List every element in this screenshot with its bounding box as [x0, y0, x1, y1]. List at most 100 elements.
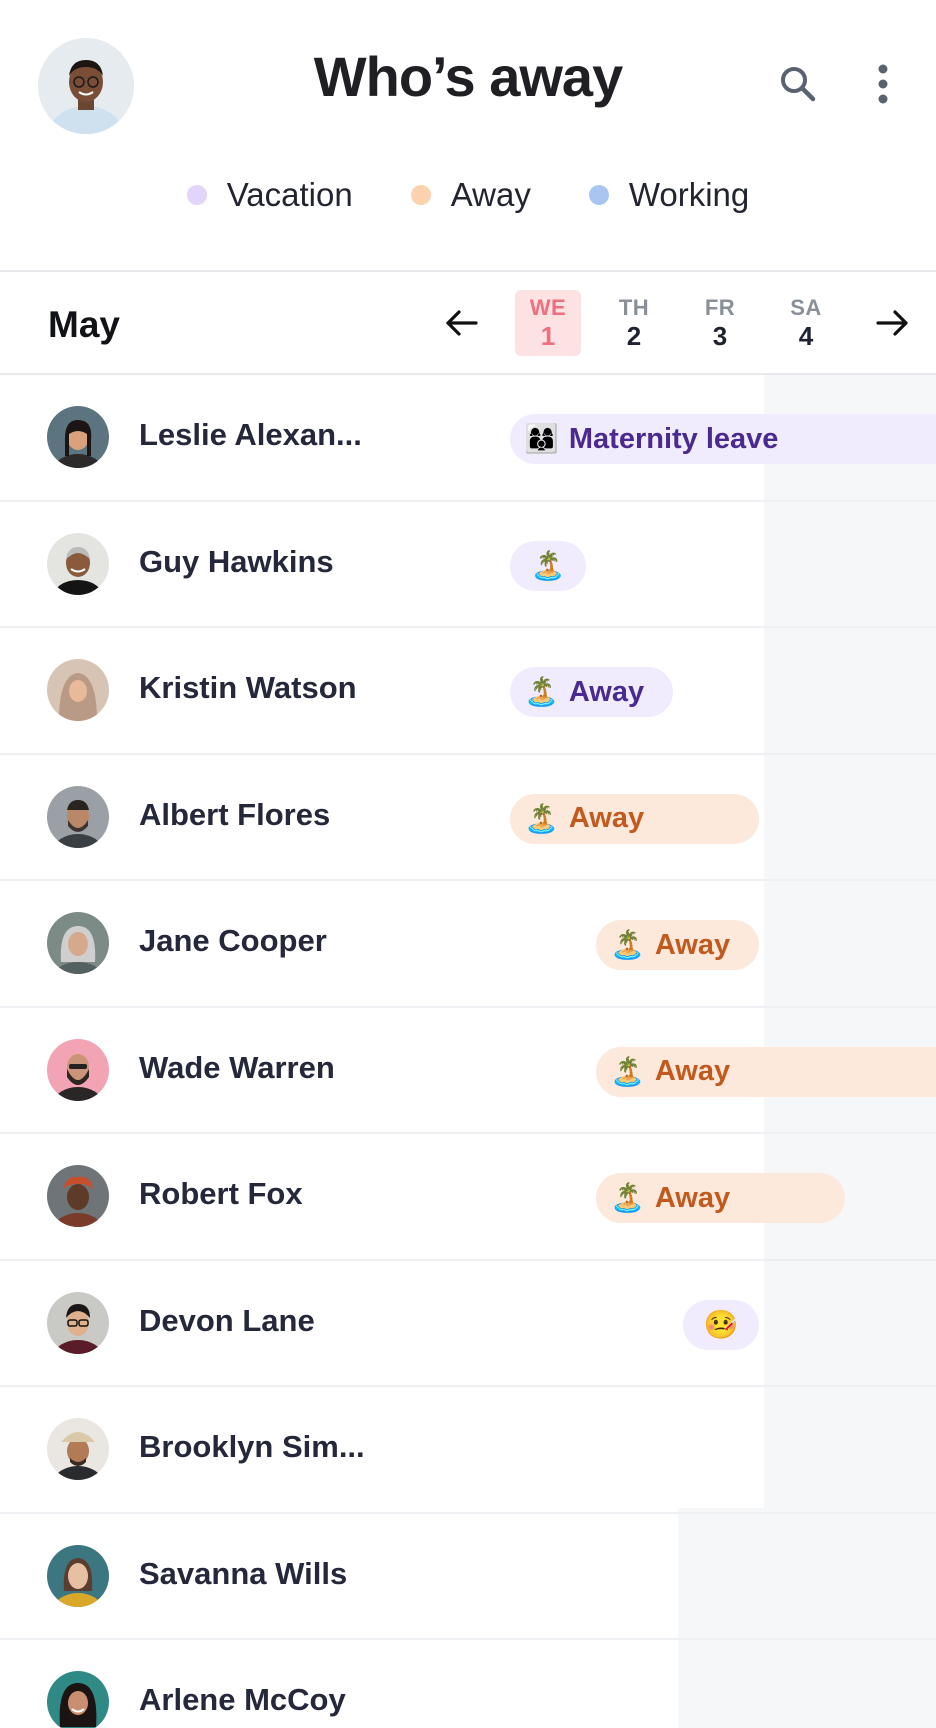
list-item[interactable]: Leslie Alexan... 👩‍👩‍👦 Maternity leave: [0, 375, 936, 502]
person-photo-icon: [47, 1038, 109, 1101]
day-we-1[interactable]: WE 1: [515, 290, 581, 356]
day-name: SA: [790, 295, 822, 320]
list-item[interactable]: Guy Hawkins 🏝️: [0, 502, 936, 628]
status-label: Away: [654, 928, 731, 961]
island-icon: 🏝️: [524, 676, 559, 707]
person-photo-icon: [47, 1291, 109, 1354]
avatar: [47, 1418, 109, 1480]
sick-face-icon: 🤒: [703, 1308, 739, 1340]
person-name: Jane Cooper: [139, 923, 327, 958]
people-list: Leslie Alexan... 👩‍👩‍👦 Maternity leave G…: [0, 375, 936, 1728]
avatar: [47, 1291, 109, 1354]
status-pill[interactable]: 🤒: [683, 1299, 759, 1350]
prev-week-button[interactable]: [437, 298, 487, 348]
avatar: [47, 406, 109, 468]
legend-item-away: Away: [410, 176, 531, 214]
person-photo-icon: [47, 532, 109, 595]
legend: Vacation Away Working: [0, 176, 936, 214]
day-name: FR: [704, 295, 736, 320]
list-item[interactable]: Wade Warren 🏝️ Away: [0, 1008, 936, 1134]
status-label: Away: [568, 802, 645, 834]
month-label: May: [48, 304, 120, 345]
status-label: Away: [654, 1181, 731, 1214]
person-photo-icon: [47, 785, 109, 848]
avatar: [47, 1671, 109, 1728]
person-photo-icon: [47, 1544, 109, 1607]
vacation-dot: [186, 185, 207, 205]
person-name: Guy Hawkins: [139, 543, 334, 579]
avatar: [47, 1165, 109, 1227]
status-pill[interactable]: 🏝️ Away: [510, 793, 759, 844]
avatar: [47, 1544, 109, 1607]
list-item[interactable]: Arlene McCoy: [0, 1640, 936, 1728]
avatar: [47, 912, 109, 974]
legend-label: Vacation: [226, 176, 353, 213]
day-name: WE: [529, 295, 567, 320]
day-fr-3[interactable]: FR 3: [687, 290, 753, 356]
person-photo-icon: [47, 406, 109, 468]
day-sa-4[interactable]: SA 4: [773, 290, 839, 356]
person-name: Robert Fox: [139, 1176, 303, 1211]
day-number: 4: [798, 321, 814, 351]
legend-label: Working: [628, 176, 750, 213]
person-name: Albert Flores: [139, 796, 331, 832]
day-number: 3: [712, 321, 728, 351]
list-item[interactable]: Jane Cooper 🏝️ Away: [0, 881, 936, 1008]
island-icon: 🏝️: [610, 929, 645, 960]
day-name: TH: [618, 295, 650, 320]
avatar: [47, 659, 109, 721]
person-photo-icon: [47, 1418, 109, 1480]
day-number: 2: [626, 321, 642, 351]
status-pill[interactable]: 🏝️: [510, 540, 586, 591]
person-name: Wade Warren: [139, 1049, 335, 1085]
status-label: Maternity leave: [568, 422, 779, 455]
search-icon: [781, 67, 816, 102]
list-item[interactable]: Kristin Watson 🏝️ Away: [0, 628, 936, 755]
status-label: Away: [654, 1055, 731, 1087]
person-photo-icon: [47, 1165, 109, 1227]
list-item[interactable]: Robert Fox 🏝️ Away: [0, 1134, 936, 1261]
person-photo-icon: [47, 1671, 109, 1728]
list-item[interactable]: Brooklyn Sim...: [0, 1387, 936, 1514]
status-pill[interactable]: 🏝️ Away: [510, 667, 673, 717]
next-week-button[interactable]: [867, 298, 917, 348]
day-th-2[interactable]: TH 2: [601, 290, 667, 356]
list-item[interactable]: Devon Lane 🤒: [0, 1261, 936, 1387]
person-photo-icon: [47, 912, 109, 974]
avatar: [47, 785, 109, 848]
app-header: Who’s away Vacation Away Working: [0, 0, 936, 270]
legend-item-vacation: Vacation: [186, 176, 353, 214]
calendar-header: May WE 1 TH 2 FR 3 SA 4: [0, 270, 936, 375]
search-button[interactable]: [768, 54, 828, 114]
more-vertical-icon: [878, 64, 888, 104]
away-dot: [410, 185, 431, 205]
working-dot: [588, 185, 609, 205]
day-number: 1: [540, 321, 556, 351]
status-label: Away: [568, 675, 645, 708]
person-name: Kristin Watson: [139, 670, 357, 705]
legend-label: Away: [450, 176, 531, 213]
arrow-left-icon: [446, 310, 478, 336]
arrow-right-icon: [876, 310, 908, 336]
island-icon: 🏝️: [610, 1055, 645, 1087]
person-name: Devon Lane: [139, 1302, 315, 1338]
status-pill[interactable]: 🏝️ Away: [596, 1173, 845, 1223]
person-name: Brooklyn Sim...: [139, 1429, 365, 1464]
person-photo-icon: [47, 659, 109, 721]
island-icon: 🏝️: [524, 802, 559, 834]
island-icon: 🏝️: [610, 1182, 645, 1213]
status-pill[interactable]: 🏝️ Away: [596, 920, 759, 970]
list-item[interactable]: Savanna Wills: [0, 1514, 936, 1640]
person-name: Leslie Alexan...: [139, 417, 362, 452]
family-icon: 👩‍👩‍👦: [524, 423, 559, 454]
person-name: Savanna Wills: [139, 1555, 348, 1591]
island-icon: 🏝️: [530, 549, 566, 581]
avatar: [47, 1038, 109, 1101]
more-options-button[interactable]: [853, 54, 913, 114]
avatar: [47, 532, 109, 595]
person-name: Arlene McCoy: [139, 1682, 346, 1717]
list-item[interactable]: Albert Flores 🏝️ Away: [0, 755, 936, 881]
legend-item-working: Working: [588, 176, 750, 214]
status-pill[interactable]: 👩‍👩‍👦 Maternity leave: [510, 414, 936, 464]
status-pill[interactable]: 🏝️ Away: [596, 1046, 936, 1097]
